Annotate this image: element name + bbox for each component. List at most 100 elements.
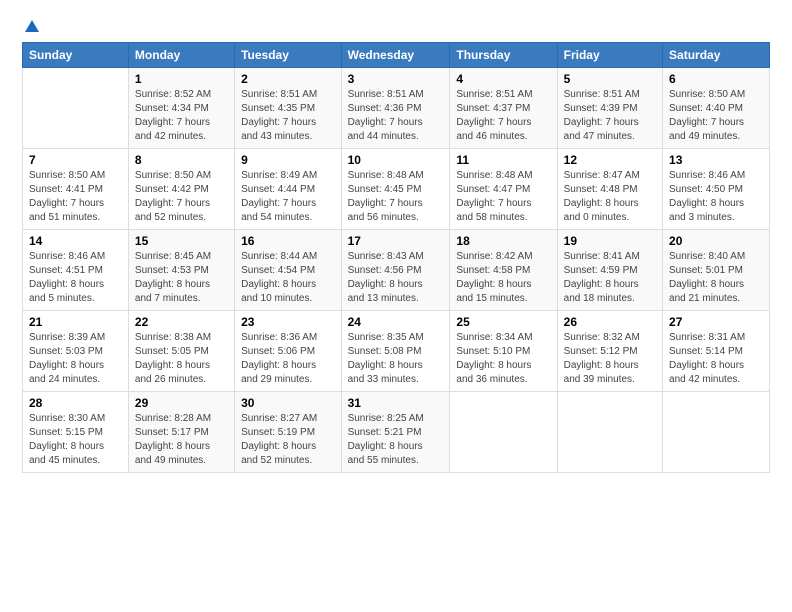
table-cell: 22Sunrise: 8:38 AMSunset: 5:05 PMDayligh… bbox=[128, 311, 234, 392]
day-info: Sunrise: 8:41 AMSunset: 4:59 PMDaylight:… bbox=[564, 250, 656, 306]
calendar-week-row: 14 Sunrise: 8:46 AMSunset: 4:51 PMDayligh… bbox=[23, 230, 770, 311]
table-cell: 6 Sunrise: 8:50 AMSunset: 4:40 PMDaylight… bbox=[663, 68, 770, 149]
day-info: Sunrise: 8:52 AMSunset: 4:34 PMDaylight:… bbox=[135, 88, 228, 144]
col-thursday: Thursday bbox=[450, 43, 557, 68]
day-number: 16 bbox=[241, 234, 334, 248]
day-number: 1 bbox=[135, 72, 228, 86]
table-cell: 7 Sunrise: 8:50 AMSunset: 4:41 PMDaylight… bbox=[23, 149, 129, 230]
table-cell bbox=[557, 392, 662, 473]
day-number: 17 bbox=[348, 234, 444, 248]
day-info: Sunrise: 8:43 AMSunset: 4:56 PMDaylight:… bbox=[348, 250, 444, 306]
day-info: Sunrise: 8:39 AMSunset: 5:03 PMDaylight:… bbox=[29, 331, 122, 387]
day-info: Sunrise: 8:25 AMSunset: 5:21 PMDaylight:… bbox=[348, 412, 444, 468]
day-number: 9 bbox=[241, 153, 334, 167]
day-info: Sunrise: 8:48 AMSunset: 4:47 PMDaylight:… bbox=[456, 169, 550, 225]
day-number: 10 bbox=[348, 153, 444, 167]
day-number: 28 bbox=[29, 396, 122, 410]
day-number: 12 bbox=[564, 153, 656, 167]
day-info: Sunrise: 8:49 AMSunset: 4:44 PMDaylight:… bbox=[241, 169, 334, 225]
day-number: 7 bbox=[29, 153, 122, 167]
day-number: 5 bbox=[564, 72, 656, 86]
day-number: 30 bbox=[241, 396, 334, 410]
logo bbox=[22, 18, 42, 36]
table-cell: 2Sunrise: 8:51 AMSunset: 4:35 PMDaylight… bbox=[235, 68, 341, 149]
day-number: 20 bbox=[669, 234, 763, 248]
table-cell: 28Sunrise: 8:30 AMSunset: 5:15 PMDayligh… bbox=[23, 392, 129, 473]
table-cell: 29 Sunrise: 8:28 AMSunset: 5:17 PMDayligh… bbox=[128, 392, 234, 473]
table-cell: 8 Sunrise: 8:50 AMSunset: 4:42 PMDaylight… bbox=[128, 149, 234, 230]
calendar-week-row: 21 Sunrise: 8:39 AMSunset: 5:03 PMDayligh… bbox=[23, 311, 770, 392]
day-info: Sunrise: 8:27 AMSunset: 5:19 PMDaylight:… bbox=[241, 412, 334, 468]
day-number: 8 bbox=[135, 153, 228, 167]
table-cell: 26 Sunrise: 8:32 AMSunset: 5:12 PMDayligh… bbox=[557, 311, 662, 392]
day-info: Sunrise: 8:50 AMSunset: 4:40 PMDaylight:… bbox=[669, 88, 763, 144]
table-cell: 23 Sunrise: 8:36 AMSunset: 5:06 PMDayligh… bbox=[235, 311, 341, 392]
day-number: 26 bbox=[564, 315, 656, 329]
col-saturday: Saturday bbox=[663, 43, 770, 68]
day-number: 22 bbox=[135, 315, 228, 329]
day-number: 23 bbox=[241, 315, 334, 329]
day-info: Sunrise: 8:51 AMSunset: 4:36 PMDaylight:… bbox=[348, 88, 444, 144]
day-info: Sunrise: 8:35 AMSunset: 5:08 PMDaylight:… bbox=[348, 331, 444, 387]
day-info: Sunrise: 8:46 AMSunset: 4:50 PMDaylight:… bbox=[669, 169, 763, 225]
day-number: 2 bbox=[241, 72, 334, 86]
day-number: 18 bbox=[456, 234, 550, 248]
day-info: Sunrise: 8:31 AMSunset: 5:14 PMDaylight:… bbox=[669, 331, 763, 387]
table-cell: 15 Sunrise: 8:45 AMSunset: 4:53 PMDayligh… bbox=[128, 230, 234, 311]
table-cell: 1 Sunrise: 8:52 AMSunset: 4:34 PMDaylight… bbox=[128, 68, 234, 149]
day-number: 21 bbox=[29, 315, 122, 329]
day-info: Sunrise: 8:51 AMSunset: 4:39 PMDaylight:… bbox=[564, 88, 656, 144]
table-cell: 12Sunrise: 8:47 AMSunset: 4:48 PMDayligh… bbox=[557, 149, 662, 230]
day-number: 25 bbox=[456, 315, 550, 329]
calendar: Sunday Monday Tuesday Wednesday Thursday… bbox=[22, 42, 770, 473]
page: Sunday Monday Tuesday Wednesday Thursday… bbox=[0, 0, 792, 483]
table-cell: 4Sunrise: 8:51 AMSunset: 4:37 PMDaylight… bbox=[450, 68, 557, 149]
day-info: Sunrise: 8:45 AMSunset: 4:53 PMDaylight:… bbox=[135, 250, 228, 306]
day-number: 6 bbox=[669, 72, 763, 86]
table-cell: 18 Sunrise: 8:42 AMSunset: 4:58 PMDayligh… bbox=[450, 230, 557, 311]
day-number: 13 bbox=[669, 153, 763, 167]
day-info: Sunrise: 8:51 AMSunset: 4:37 PMDaylight:… bbox=[456, 88, 550, 144]
day-number: 15 bbox=[135, 234, 228, 248]
calendar-header-row: Sunday Monday Tuesday Wednesday Thursday… bbox=[23, 43, 770, 68]
table-cell: 9 Sunrise: 8:49 AMSunset: 4:44 PMDaylight… bbox=[235, 149, 341, 230]
day-number: 11 bbox=[456, 153, 550, 167]
table-cell bbox=[450, 392, 557, 473]
day-info: Sunrise: 8:34 AMSunset: 5:10 PMDaylight:… bbox=[456, 331, 550, 387]
table-cell: 27 Sunrise: 8:31 AMSunset: 5:14 PMDayligh… bbox=[663, 311, 770, 392]
logo-text bbox=[22, 18, 42, 36]
day-number: 27 bbox=[669, 315, 763, 329]
table-cell: 19 Sunrise: 8:41 AMSunset: 4:59 PMDayligh… bbox=[557, 230, 662, 311]
day-info: Sunrise: 8:46 AMSunset: 4:51 PMDaylight:… bbox=[29, 250, 122, 306]
day-info: Sunrise: 8:32 AMSunset: 5:12 PMDaylight:… bbox=[564, 331, 656, 387]
table-cell bbox=[23, 68, 129, 149]
table-cell: 21 Sunrise: 8:39 AMSunset: 5:03 PMDayligh… bbox=[23, 311, 129, 392]
logo-icon bbox=[23, 18, 41, 36]
day-info: Sunrise: 8:36 AMSunset: 5:06 PMDaylight:… bbox=[241, 331, 334, 387]
col-tuesday: Tuesday bbox=[235, 43, 341, 68]
day-number: 19 bbox=[564, 234, 656, 248]
table-cell: 16 Sunrise: 8:44 AMSunset: 4:54 PMDayligh… bbox=[235, 230, 341, 311]
day-info: Sunrise: 8:40 AMSunset: 5:01 PMDaylight:… bbox=[669, 250, 763, 306]
day-info: Sunrise: 8:44 AMSunset: 4:54 PMDaylight:… bbox=[241, 250, 334, 306]
day-number: 31 bbox=[348, 396, 444, 410]
table-cell: 30 Sunrise: 8:27 AMSunset: 5:19 PMDayligh… bbox=[235, 392, 341, 473]
table-cell: 17 Sunrise: 8:43 AMSunset: 4:56 PMDayligh… bbox=[341, 230, 450, 311]
day-number: 29 bbox=[135, 396, 228, 410]
calendar-week-row: 28Sunrise: 8:30 AMSunset: 5:15 PMDayligh… bbox=[23, 392, 770, 473]
day-info: Sunrise: 8:42 AMSunset: 4:58 PMDaylight:… bbox=[456, 250, 550, 306]
col-friday: Friday bbox=[557, 43, 662, 68]
calendar-week-row: 1 Sunrise: 8:52 AMSunset: 4:34 PMDaylight… bbox=[23, 68, 770, 149]
table-cell: 10Sunrise: 8:48 AMSunset: 4:45 PMDayligh… bbox=[341, 149, 450, 230]
table-cell: 11 Sunrise: 8:48 AMSunset: 4:47 PMDayligh… bbox=[450, 149, 557, 230]
day-number: 24 bbox=[348, 315, 444, 329]
day-number: 14 bbox=[29, 234, 122, 248]
day-info: Sunrise: 8:28 AMSunset: 5:17 PMDaylight:… bbox=[135, 412, 228, 468]
header bbox=[22, 18, 770, 36]
table-cell: 13 Sunrise: 8:46 AMSunset: 4:50 PMDayligh… bbox=[663, 149, 770, 230]
table-cell: 5 Sunrise: 8:51 AMSunset: 4:39 PMDaylight… bbox=[557, 68, 662, 149]
day-info: Sunrise: 8:50 AMSunset: 4:42 PMDaylight:… bbox=[135, 169, 228, 225]
table-cell: 25 Sunrise: 8:34 AMSunset: 5:10 PMDayligh… bbox=[450, 311, 557, 392]
calendar-week-row: 7 Sunrise: 8:50 AMSunset: 4:41 PMDaylight… bbox=[23, 149, 770, 230]
day-info: Sunrise: 8:50 AMSunset: 4:41 PMDaylight:… bbox=[29, 169, 122, 225]
